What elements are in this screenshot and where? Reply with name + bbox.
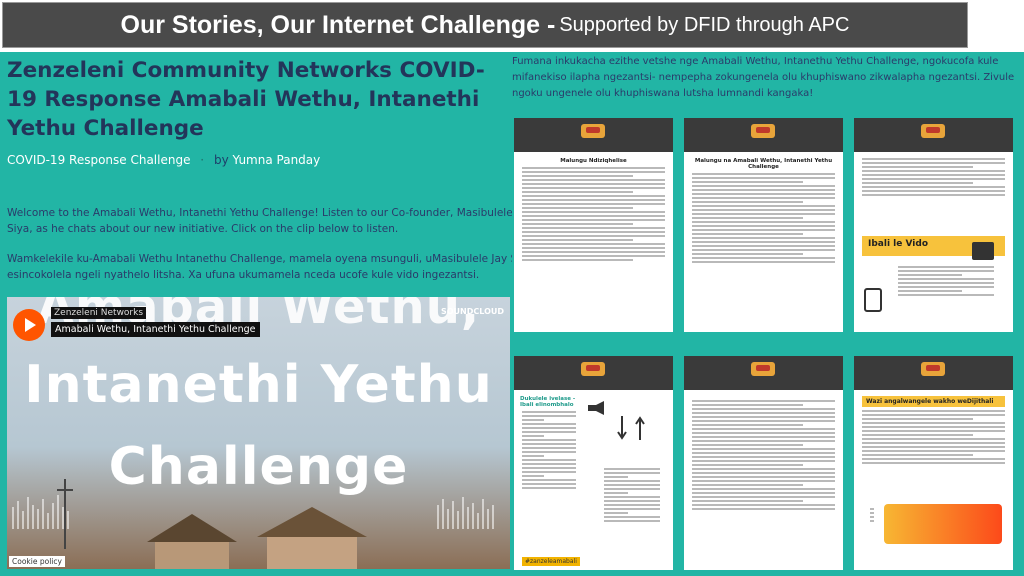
document-thumbnail-5[interactable] [684,356,843,570]
zenzeleni-logo-icon [921,362,945,376]
play-button[interactable] [13,309,45,341]
thumb-header [514,356,673,390]
category-link[interactable]: COVID-19 Response Challenge [7,153,190,167]
thumb-header [684,356,843,390]
thumb-header [854,356,1013,390]
artwork-text-line-2: Intanethi Yethu [24,355,493,415]
document-thumbnail-1[interactable]: Malungu Ndiziqhelise [514,118,673,332]
intro-paragraph-line-1: Welcome to the Amabali Wethu, Intanethi … [7,207,512,219]
thumb-heading: Malungu Ndiziqhelise [560,158,627,164]
clapperboard-icon [972,242,994,260]
xhosa-paragraph-line-1: Wamkelekile ku-Amabali Wethu Intanethu C… [7,253,512,265]
hand-pointer-icon [864,288,882,312]
top-banner: Our Stories, Our Internet Challenge - Su… [2,2,968,48]
thumb-heading-banner: Wazi angalwangele wakho weDijithali [862,396,1005,407]
xhosa-paragraph-line-2: esincokolela ngeli nyathelo litsha. Xa u… [7,269,480,281]
intro-paragraph-line-2: Siya, as he chats about our new initiati… [7,223,399,235]
hashtag-label: #zanzeleamabali [522,557,580,566]
by-label: by [213,153,229,167]
banner-title: Our Stories, Our Internet Challenge - [120,10,556,39]
meta-separator: · [200,153,205,167]
track-title[interactable]: Amabali Wethu, Intanethi Yethu Challenge [51,322,260,337]
thumb-heading: Dukulele ivelase - Ibali elinombhalo [520,396,576,408]
document-thumbnail-3[interactable]: Ibali le Vido [854,118,1013,332]
artist-name[interactable]: Zenzeleni Networks [51,307,147,319]
post-title: Zenzeleni Community Networks COVID-19 Re… [7,58,485,141]
hut-image-right [257,507,367,569]
left-column: Zenzeleni Community Networks COVID-19 Re… [0,52,512,576]
megaphone-icon [586,400,608,416]
thumb-header [514,118,673,152]
banner-subtitle: Supported by DFID through APC [559,13,850,36]
hut-image-left [147,514,237,569]
right-column: Fumana inkukacha ezithe vetshe nge Amaba… [512,52,1024,576]
cookie-policy-link[interactable]: Cookie policy [9,556,65,567]
thumb-heading: Malungu na Amabali Wethu, Intanethi Yeth… [694,158,833,170]
sunset-illustration [884,504,1002,544]
thumb-heading: Wazi angalwangele wakho weDijithali [866,398,994,405]
antenna-pole [57,479,73,549]
zenzeleni-logo-icon [751,362,775,376]
document-thumbnail-6[interactable]: Wazi angalwangele wakho weDijithali [854,356,1013,570]
soundcloud-player[interactable]: Amabali Wethu, Intanethi Yethu Challenge [7,297,510,569]
right-paragraph: Fumana inkukacha ezithe vetshe nge Amaba… [512,56,1015,99]
document-thumbnail-4[interactable]: Dukulele ivelase - Ibali elinombhalo #za… [514,356,673,570]
video-section-label: Ibali le Vido [868,239,929,249]
author-link[interactable]: Yumna Panday [233,153,321,167]
thumb-header [854,118,1013,152]
zenzeleni-logo-icon [751,124,775,138]
thumb-header [684,118,843,152]
artwork-text-line-3: Challenge [108,437,409,497]
zenzeleni-logo-icon [581,362,605,376]
document-thumbnail-2[interactable]: Malungu na Amabali Wethu, Intanethi Yeth… [684,118,843,332]
post-meta: COVID-19 Response Challenge · by Yumna P… [7,153,320,167]
zenzeleni-logo-icon [581,124,605,138]
cycle-arrows-icon [614,410,650,446]
zenzeleni-logo-icon [921,124,945,138]
soundcloud-logo[interactable]: SOUNDCLOUD [441,307,504,316]
